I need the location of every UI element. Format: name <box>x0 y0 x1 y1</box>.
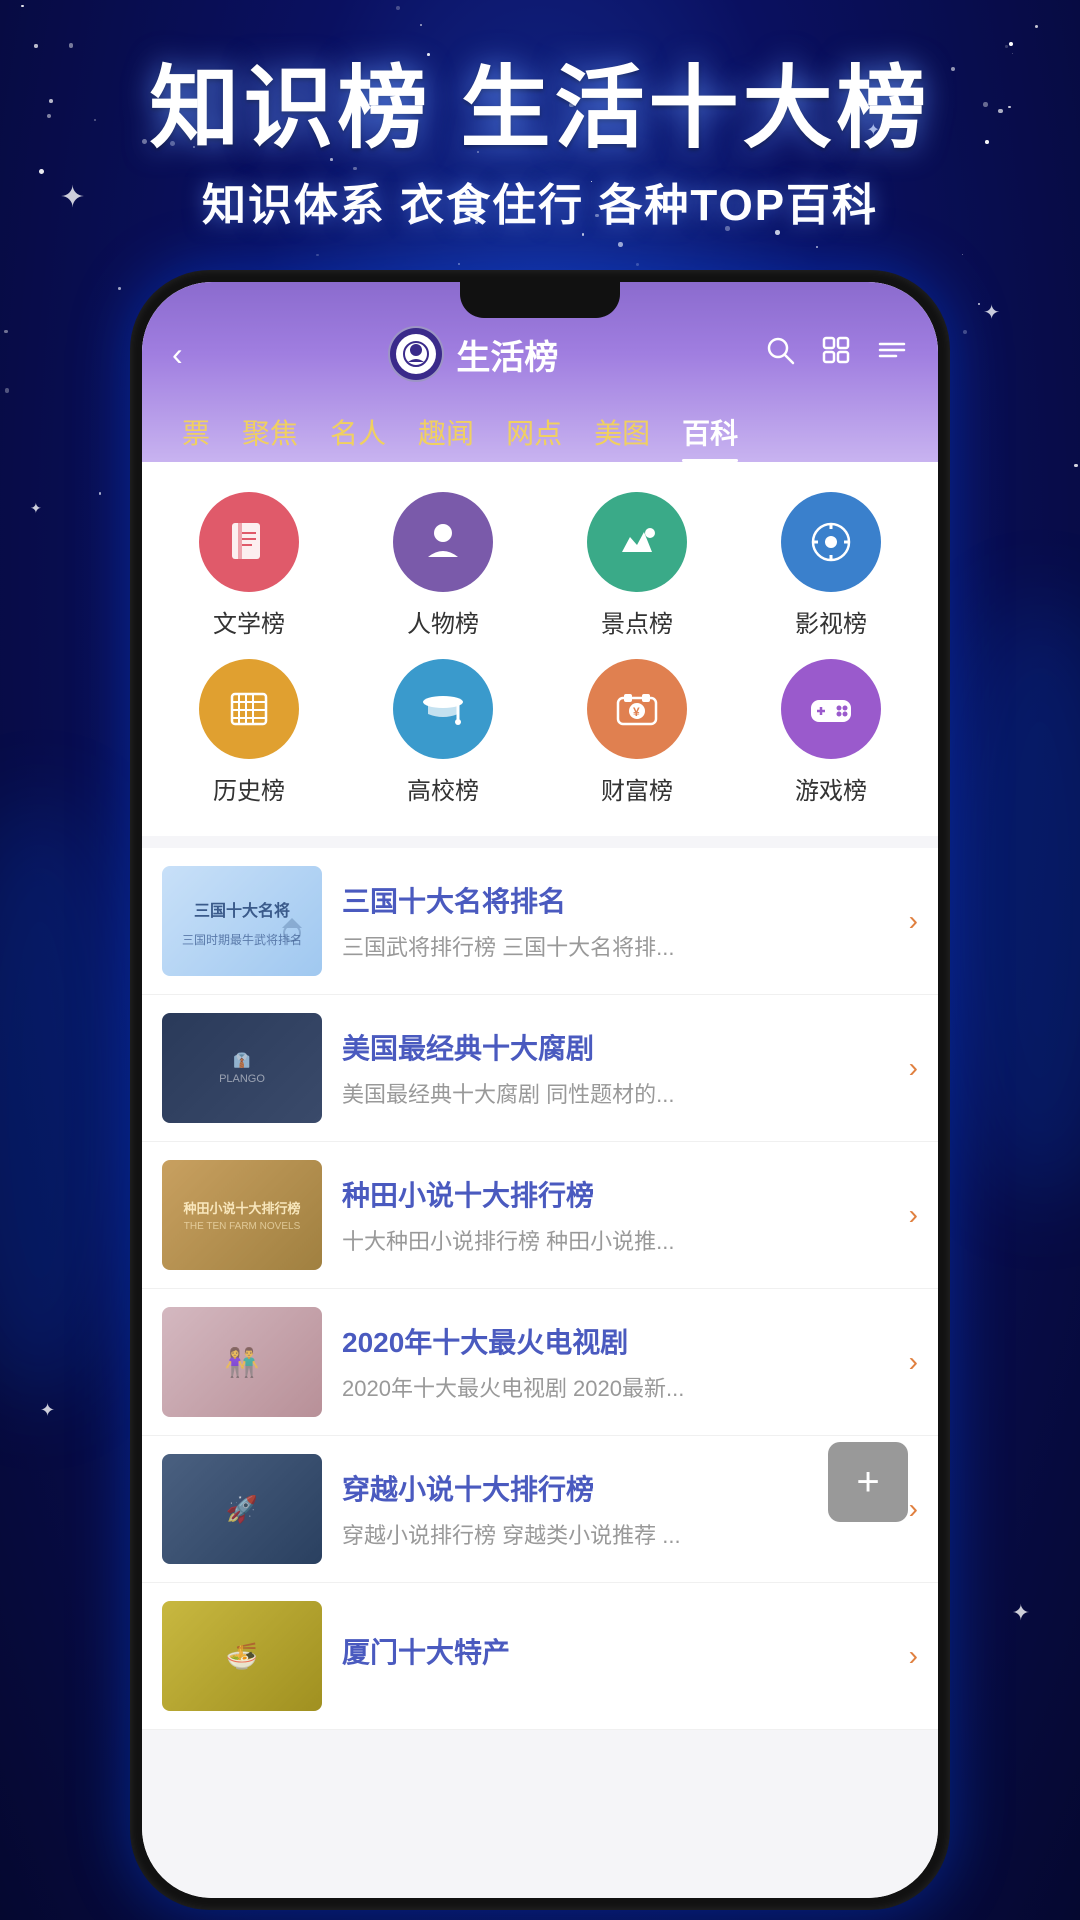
list-item-3[interactable]: 种田小说十大排行榜 THE TEN FARM NOVELS 种田小说十大排行榜 … <box>142 1142 938 1289</box>
thumb-6: 🍜 <box>162 1601 322 1711</box>
list-item-6[interactable]: 🍜 厦门十大特产 › <box>142 1583 938 1730</box>
thumb-4: 👫 <box>162 1307 322 1417</box>
caifu-label: 财富榜 <box>601 771 673 806</box>
category-jingdian[interactable]: 景点榜 <box>550 492 724 639</box>
list-arrow-6: › <box>909 1640 918 1672</box>
phone-outer: ‹ 生活榜 <box>130 270 950 1910</box>
tab-quwen[interactable]: 趣闻 <box>418 402 474 462</box>
thumb-5: 🚀 <box>162 1454 322 1564</box>
list-arrow-2: › <box>909 1052 918 1084</box>
renwu-label: 人物榜 <box>407 604 479 639</box>
caifu-icon: ¥ <box>587 659 687 759</box>
header-top: ‹ 生活榜 <box>172 326 908 382</box>
list-info-3: 种田小说十大排行榜 十大种田小说排行榜 种田小说推... <box>342 1174 889 1256</box>
list-title-1: 三国十大名将排名 <box>342 880 889 920</box>
tab-piao[interactable]: 票 <box>182 402 210 462</box>
list-desc-5: 穿越小说排行榜 穿越类小说推荐 ... <box>342 1518 889 1550</box>
category-yingshi[interactable]: 影视榜 <box>744 492 918 639</box>
category-wenxue[interactable]: 文学榜 <box>162 492 336 639</box>
lishi-icon <box>199 659 299 759</box>
list-info-2: 美国最经典十大腐剧 美国最经典十大腐剧 同性题材的... <box>342 1027 889 1109</box>
youxi-label: 游戏榜 <box>795 771 867 806</box>
jingdian-label: 景点榜 <box>601 604 673 639</box>
category-youxi[interactable]: 游戏榜 <box>744 659 918 806</box>
gaoxiao-icon <box>393 659 493 759</box>
tab-baike[interactable]: 百科 <box>682 402 738 462</box>
jingdian-icon <box>587 492 687 592</box>
hero-title: 知识榜 生活十大榜 <box>149 60 930 159</box>
list-item-5[interactable]: 🚀 穿越小说十大排行榜 穿越小说排行榜 穿越类小说推荐 ... › + <box>142 1436 938 1583</box>
list-title-2: 美国最经典十大腐剧 <box>342 1027 889 1067</box>
tab-wangdian[interactable]: 网点 <box>506 402 562 462</box>
nav-tabs: 票 聚焦 名人 趣闻 网点 美图 百科 <box>172 402 908 462</box>
sparkle-6: ✦ <box>1012 1600 1030 1626</box>
yingshi-icon <box>781 492 881 592</box>
thumb-1: 三国十大名将 三国时期最牛武将排名 <box>162 866 322 976</box>
menu-icon[interactable] <box>876 334 908 374</box>
youxi-icon <box>781 659 881 759</box>
list-desc-3: 十大种田小说排行榜 种田小说推... <box>342 1224 889 1256</box>
list-arrow-1: › <box>909 905 918 937</box>
logo-area: 生活榜 <box>388 326 558 382</box>
list-desc-2: 美国最经典十大腐剧 同性题材的... <box>342 1077 889 1109</box>
list-arrow-5: › <box>909 1493 918 1525</box>
lishi-label: 历史榜 <box>213 771 285 806</box>
category-gaoxiao[interactable]: 高校榜 <box>356 659 530 806</box>
list-info-5: 穿越小说十大排行榜 穿越小说排行榜 穿越类小说推荐 ... <box>342 1468 889 1550</box>
list-info-6: 厦门十大特产 <box>342 1631 889 1681</box>
list-arrow-3: › <box>909 1199 918 1231</box>
list-section: 三国十大名将 三国时期最牛武将排名 <box>142 848 938 1730</box>
list-title-6: 厦门十大特产 <box>342 1631 889 1671</box>
phone-frame: ‹ 生活榜 <box>130 270 950 1910</box>
back-button[interactable]: ‹ <box>172 336 183 373</box>
list-arrow-4: › <box>909 1346 918 1378</box>
tab-jujiao[interactable]: 聚焦 <box>242 402 298 462</box>
tab-meitu[interactable]: 美图 <box>594 402 650 462</box>
app-content: ‹ 生活榜 <box>142 282 938 1898</box>
list-item-4[interactable]: 👫 2020年十大最火电视剧 2020年十大最火电视剧 2020最新... › <box>142 1289 938 1436</box>
categories-grid: 文学榜 人物榜 <box>162 492 918 806</box>
wenxue-label: 文学榜 <box>213 604 285 639</box>
list-desc-4: 2020年十大最火电视剧 2020最新... <box>342 1371 889 1403</box>
app-logo <box>388 326 444 382</box>
wenxue-icon <box>199 492 299 592</box>
list-info-4: 2020年十大最火电视剧 2020年十大最火电视剧 2020最新... <box>342 1321 889 1403</box>
thumb-2: 👔 PLANGO <box>162 1013 322 1123</box>
svg-text:¥: ¥ <box>633 705 640 719</box>
renwu-icon <box>393 492 493 592</box>
header-icons <box>764 334 908 374</box>
list-item-2[interactable]: 👔 PLANGO 美国最经典十大腐剧 美国最经典十大腐剧 同性题材的... › <box>142 995 938 1142</box>
search-icon[interactable] <box>764 334 796 374</box>
list-item-1[interactable]: 三国十大名将 三国时期最牛武将排名 <box>142 848 938 995</box>
fab-button[interactable]: + <box>828 1442 908 1522</box>
hero-subtitle: 知识体系 衣食住行 各种TOP百科 <box>202 169 878 233</box>
tab-mingren[interactable]: 名人 <box>330 402 386 462</box>
logo-icon <box>402 340 430 368</box>
sparkle-4: ✦ <box>30 500 42 517</box>
list-title-3: 种田小说十大排行榜 <box>342 1174 889 1214</box>
thumb-3: 种田小说十大排行榜 THE TEN FARM NOVELS <box>162 1160 322 1270</box>
header-title: 生活榜 <box>456 330 558 379</box>
category-caifu[interactable]: ¥ 财富榜 <box>550 659 724 806</box>
list-info-1: 三国十大名将排名 三国武将排行榜 三国十大名将排... <box>342 880 889 962</box>
list-title-4: 2020年十大最火电视剧 <box>342 1321 889 1361</box>
gaoxiao-label: 高校榜 <box>407 771 479 806</box>
sparkle-5: ✦ <box>40 1400 55 1421</box>
category-lishi[interactable]: 历史榜 <box>162 659 336 806</box>
list-desc-1: 三国武将排行榜 三国十大名将排... <box>342 930 889 962</box>
categories-section: 文学榜 人物榜 <box>142 462 938 836</box>
list-title-5: 穿越小说十大排行榜 <box>342 1468 889 1508</box>
phone-inner: ‹ 生活榜 <box>142 282 938 1898</box>
yingshi-label: 影视榜 <box>795 604 867 639</box>
logo-inner <box>396 334 436 374</box>
grid-icon[interactable] <box>820 334 852 374</box>
phone-notch <box>460 282 620 318</box>
category-renwu[interactable]: 人物榜 <box>356 492 530 639</box>
